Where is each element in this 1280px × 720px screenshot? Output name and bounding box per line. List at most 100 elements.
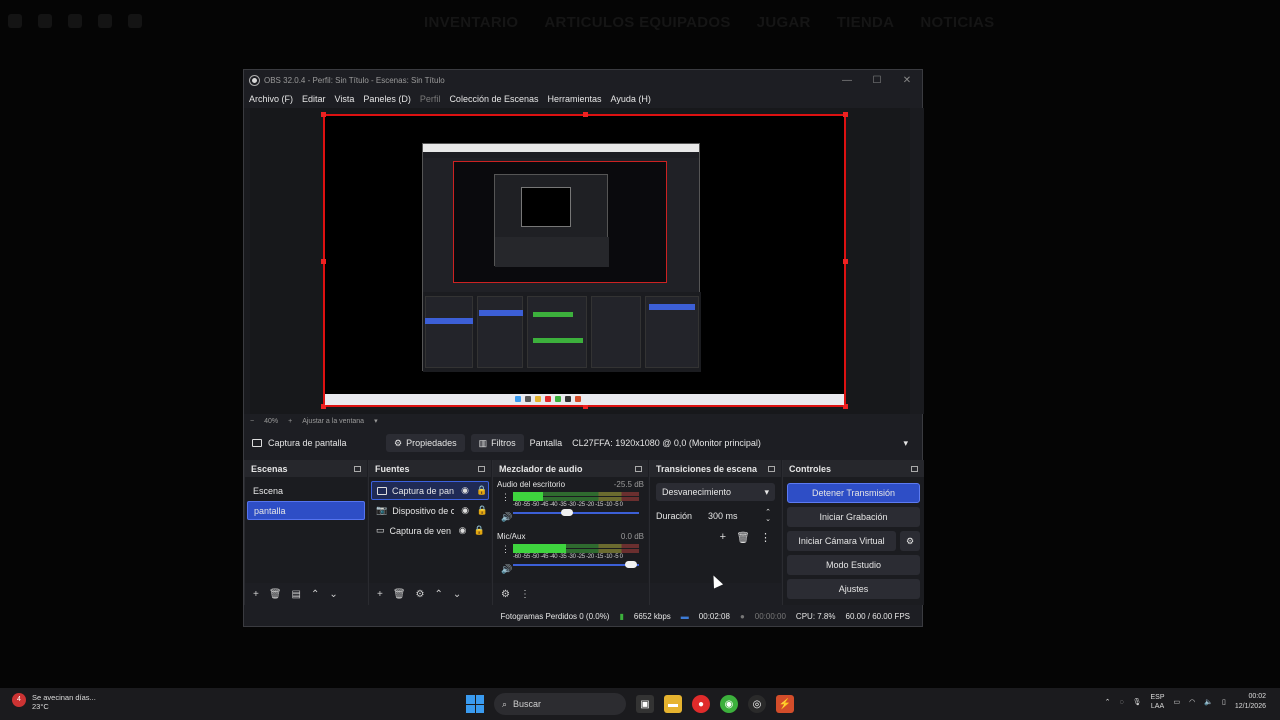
source-item[interactable]: Captura de pan ◉ 🔒 xyxy=(371,481,489,500)
menu-herramientas[interactable]: Herramientas xyxy=(548,94,602,104)
volume-knob[interactable] xyxy=(560,509,573,516)
resize-handle[interactable] xyxy=(321,112,326,117)
minimize-button[interactable]: — xyxy=(832,75,862,86)
resize-handle[interactable] xyxy=(321,259,326,264)
volume-slider[interactable] xyxy=(513,509,639,516)
fit-to-window-button[interactable]: Ajustar a la ventana xyxy=(302,418,364,425)
preview-canvas-selected-source[interactable] xyxy=(321,112,848,409)
resize-handle[interactable] xyxy=(843,259,848,264)
fps: 60.00 / 60.00 FPS xyxy=(845,611,911,621)
microphone-icon[interactable]: 🎙 xyxy=(1133,698,1142,706)
studio-mode-button[interactable]: Modo Estudio xyxy=(787,555,920,575)
maximize-button[interactable]: ☐ xyxy=(862,75,892,86)
lang-bottom: LAA xyxy=(1150,703,1165,710)
add-scene-button[interactable]: + xyxy=(253,589,259,600)
menu-ayuda[interactable]: Ayuda (H) xyxy=(611,94,651,104)
lock-icon[interactable]: 🔒 xyxy=(476,485,488,496)
trash-icon[interactable]: 🗑 xyxy=(393,589,406,600)
menu-paneles[interactable]: Paneles (D) xyxy=(363,94,411,104)
battery-icon[interactable]: ▯ xyxy=(1222,698,1226,706)
scene-item-pantalla[interactable]: pantalla xyxy=(247,501,365,520)
speaker-icon[interactable]: 🔊 xyxy=(501,564,512,575)
clock[interactable]: 00:02 12/1/2026 xyxy=(1235,692,1266,712)
start-recording-button[interactable]: Iniciar Grabación xyxy=(787,507,920,527)
task-view-icon[interactable]: ▣ xyxy=(636,695,654,713)
move-down-icon[interactable]: ⌄ xyxy=(453,589,461,600)
zoom-in-button[interactable]: + xyxy=(288,418,292,425)
scene-filters-icon[interactable]: ▤ xyxy=(292,589,301,600)
network-icon[interactable]: ◌ xyxy=(1119,699,1123,706)
lang-top: ESP xyxy=(1150,694,1165,701)
trash-icon[interactable]: 🗑 xyxy=(269,589,282,600)
volume-slider[interactable] xyxy=(513,561,639,568)
undock-icon[interactable] xyxy=(478,465,485,472)
language-indicator[interactable]: ESP LAA xyxy=(1151,693,1165,711)
menu-editar[interactable]: Editar xyxy=(302,94,326,104)
menu-bar: Archivo (F) Editar Vista Paneles (D) Per… xyxy=(244,90,922,108)
screen-select[interactable]: CL27FFA: 1920x1080 @ 0,0 (Monitor princi… xyxy=(566,434,918,452)
trash-icon[interactable]: 🗑 xyxy=(736,531,750,544)
spin-arrows-icon[interactable]: ⌃ ⌄ xyxy=(765,509,771,523)
preview-area[interactable] xyxy=(244,108,924,414)
source-item[interactable]: ▭ Captura de ven ◉ 🔒 xyxy=(371,521,489,540)
zoom-out-button[interactable]: − xyxy=(250,418,254,425)
wifi-icon[interactable]: ◠ xyxy=(1189,698,1195,706)
chrome-icon[interactable]: ◉ xyxy=(720,695,738,713)
undock-icon[interactable] xyxy=(354,465,361,472)
properties-button[interactable]: ⚙ Propiedades xyxy=(386,434,465,452)
resize-handle[interactable] xyxy=(843,112,848,117)
advanced-audio-icon[interactable]: ⚙ xyxy=(501,589,510,600)
visibility-eye-icon[interactable]: ◉ xyxy=(457,525,469,536)
more-options-icon[interactable]: ⋮ xyxy=(501,544,510,555)
undock-icon[interactable] xyxy=(635,465,642,472)
display-icon[interactable]: ▭ xyxy=(1174,698,1181,706)
menu-archivo[interactable]: Archivo (F) xyxy=(249,94,293,104)
chevron-up-icon[interactable]: ⌃ xyxy=(1105,698,1111,706)
obs-app-icon[interactable]: ◎ xyxy=(748,695,766,713)
game-app-icon[interactable]: ⚡ xyxy=(776,695,794,713)
add-source-button[interactable]: + xyxy=(377,589,383,600)
undock-icon[interactable] xyxy=(768,465,775,472)
weather-widget[interactable]: 4 Se avecinan días... 23°C xyxy=(12,693,96,711)
undock-icon[interactable] xyxy=(911,465,918,472)
menu-coleccion-escenas[interactable]: Colección de Escenas xyxy=(449,94,538,104)
volume-knob[interactable] xyxy=(624,561,637,568)
more-options-icon[interactable]: ⋮ xyxy=(760,531,771,544)
move-up-icon[interactable]: ⌃ xyxy=(311,589,319,600)
gear-icon[interactable]: ⚙ xyxy=(900,531,920,551)
add-transition-button[interactable]: + xyxy=(720,531,726,544)
source-item[interactable]: 📷 Dispositivo de c ◉ 🔒 xyxy=(371,501,489,520)
menu-perfil[interactable]: Perfil xyxy=(420,94,441,104)
lock-icon[interactable]: 🔒 xyxy=(476,505,488,516)
windows-start-icon[interactable] xyxy=(466,695,484,713)
resize-handle[interactable] xyxy=(583,112,588,117)
file-explorer-icon[interactable]: ▬ xyxy=(664,695,682,713)
obs-record-icon[interactable]: ● xyxy=(692,695,710,713)
start-virtual-camera-button[interactable]: Iniciar Cámara Virtual xyxy=(787,531,896,551)
close-button[interactable]: ✕ xyxy=(892,75,922,86)
move-up-icon[interactable]: ⌃ xyxy=(435,589,443,600)
title-bar[interactable]: OBS 32.0.4 - Perfil: Sin Título - Escena… xyxy=(244,70,922,90)
bg-icon xyxy=(8,14,22,28)
more-options-icon[interactable]: ⋮ xyxy=(520,589,530,600)
gear-icon: ⚙ xyxy=(394,437,403,448)
volume-icon[interactable]: 🔈 xyxy=(1204,698,1213,706)
menu-vista[interactable]: Vista xyxy=(335,94,355,104)
nested-meter xyxy=(533,338,583,343)
gear-icon[interactable]: ⚙ xyxy=(416,589,425,600)
speaker-icon[interactable]: 🔊 xyxy=(501,512,512,523)
stop-streaming-button[interactable]: Detener Transmisión xyxy=(787,483,920,503)
transition-select[interactable]: Desvanecimiento ▾ xyxy=(656,483,775,501)
lock-icon[interactable]: 🔒 xyxy=(474,525,486,536)
more-options-icon[interactable]: ⋮ xyxy=(501,492,510,503)
taskbar-search[interactable]: ⌕ Buscar xyxy=(494,693,626,715)
duration-spinbox[interactable]: 300 ms ⌃ ⌄ xyxy=(698,507,775,525)
filters-button[interactable]: ▥ Filtros xyxy=(470,434,524,452)
visibility-eye-icon[interactable]: ◉ xyxy=(459,485,471,496)
scene-item-escena[interactable]: Escena xyxy=(247,481,365,500)
screen-label: Pantalla xyxy=(529,438,563,448)
move-down-icon[interactable]: ⌄ xyxy=(329,589,337,600)
settings-button[interactable]: Ajustes xyxy=(787,579,920,599)
zoom-dropdown-icon[interactable]: ▾ xyxy=(374,417,378,425)
visibility-eye-icon[interactable]: ◉ xyxy=(459,505,471,516)
